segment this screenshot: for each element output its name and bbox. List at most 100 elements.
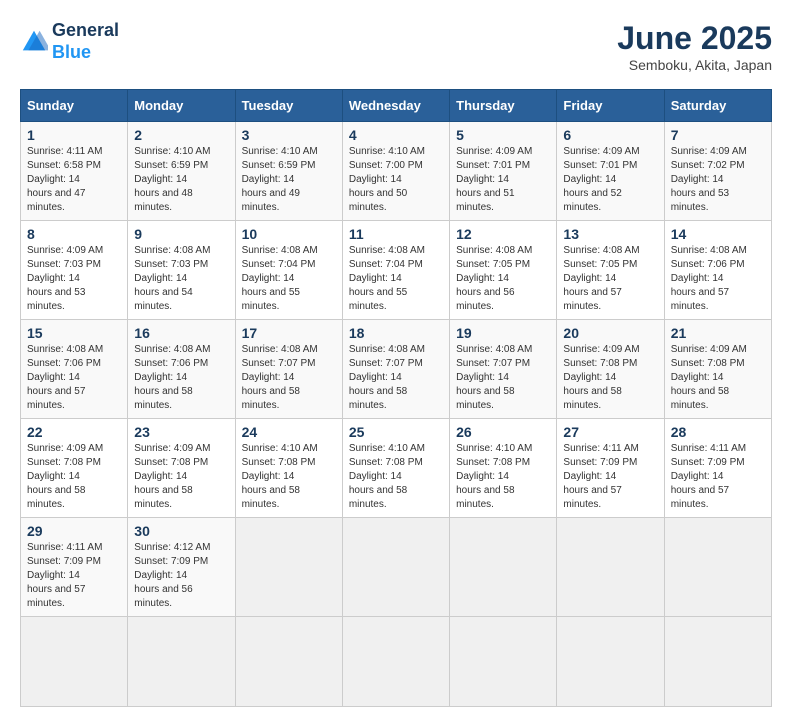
col-saturday: Saturday xyxy=(664,90,771,122)
day-number: 18 xyxy=(349,325,443,341)
table-row: 17 Sunrise: 4:08 AMSunset: 7:07 PMDaylig… xyxy=(235,320,342,419)
page-header: General Blue June 2025 Semboku, Akita, J… xyxy=(20,20,772,73)
day-info: Sunrise: 4:09 AMSunset: 7:01 PMDaylight:… xyxy=(563,146,639,213)
col-thursday: Thursday xyxy=(450,90,557,122)
day-info: Sunrise: 4:10 AMSunset: 6:59 PMDaylight:… xyxy=(134,146,210,213)
table-row: 26 Sunrise: 4:10 AMSunset: 7:08 PMDaylig… xyxy=(450,419,557,518)
calendar-week-5 xyxy=(21,617,772,707)
day-number: 7 xyxy=(671,127,765,143)
day-info: Sunrise: 4:08 AMSunset: 7:07 PMDaylight:… xyxy=(242,344,318,411)
day-info: Sunrise: 4:11 AMSunset: 7:09 PMDaylight:… xyxy=(563,443,638,510)
day-info: Sunrise: 4:09 AMSunset: 7:08 PMDaylight:… xyxy=(671,344,747,411)
table-row: 21 Sunrise: 4:09 AMSunset: 7:08 PMDaylig… xyxy=(664,320,771,419)
col-wednesday: Wednesday xyxy=(342,90,449,122)
table-row: 11 Sunrise: 4:08 AMSunset: 7:04 PMDaylig… xyxy=(342,221,449,320)
table-row xyxy=(235,617,342,707)
table-row xyxy=(557,617,664,707)
day-info: Sunrise: 4:10 AMSunset: 7:08 PMDaylight:… xyxy=(242,443,318,510)
calendar-table: Sunday Monday Tuesday Wednesday Thursday… xyxy=(20,89,772,707)
day-info: Sunrise: 4:11 AMSunset: 7:09 PMDaylight:… xyxy=(27,542,102,609)
calendar-title: June 2025 xyxy=(617,20,772,57)
day-number: 17 xyxy=(242,325,336,341)
table-row: 29 Sunrise: 4:11 AMSunset: 7:09 PMDaylig… xyxy=(21,518,128,617)
table-row xyxy=(21,617,128,707)
day-number: 6 xyxy=(563,127,657,143)
table-row: 13 Sunrise: 4:08 AMSunset: 7:05 PMDaylig… xyxy=(557,221,664,320)
day-info: Sunrise: 4:10 AMSunset: 7:08 PMDaylight:… xyxy=(456,443,532,510)
day-info: Sunrise: 4:08 AMSunset: 7:06 PMDaylight:… xyxy=(671,245,747,312)
day-number: 26 xyxy=(456,424,550,440)
logo-line1: General xyxy=(52,20,119,42)
day-number: 24 xyxy=(242,424,336,440)
day-number: 20 xyxy=(563,325,657,341)
logo-icon xyxy=(20,28,48,56)
day-number: 12 xyxy=(456,226,550,242)
table-row xyxy=(450,518,557,617)
table-row: 2 Sunrise: 4:10 AMSunset: 6:59 PMDayligh… xyxy=(128,122,235,221)
day-number: 9 xyxy=(134,226,228,242)
table-row: 14 Sunrise: 4:08 AMSunset: 7:06 PMDaylig… xyxy=(664,221,771,320)
table-row xyxy=(235,518,342,617)
table-row: 20 Sunrise: 4:09 AMSunset: 7:08 PMDaylig… xyxy=(557,320,664,419)
day-info: Sunrise: 4:10 AMSunset: 7:00 PMDaylight:… xyxy=(349,146,425,213)
table-row: 9 Sunrise: 4:08 AMSunset: 7:03 PMDayligh… xyxy=(128,221,235,320)
day-info: Sunrise: 4:11 AMSunset: 6:58 PMDaylight:… xyxy=(27,146,102,213)
day-info: Sunrise: 4:12 AMSunset: 7:09 PMDaylight:… xyxy=(134,542,210,609)
table-row: 16 Sunrise: 4:08 AMSunset: 7:06 PMDaylig… xyxy=(128,320,235,419)
table-row: 19 Sunrise: 4:08 AMSunset: 7:07 PMDaylig… xyxy=(450,320,557,419)
day-number: 3 xyxy=(242,127,336,143)
table-row xyxy=(664,518,771,617)
table-row: 15 Sunrise: 4:08 AMSunset: 7:06 PMDaylig… xyxy=(21,320,128,419)
table-row: 3 Sunrise: 4:10 AMSunset: 6:59 PMDayligh… xyxy=(235,122,342,221)
day-info: Sunrise: 4:09 AMSunset: 7:02 PMDaylight:… xyxy=(671,146,747,213)
weekday-row: Sunday Monday Tuesday Wednesday Thursday… xyxy=(21,90,772,122)
col-friday: Friday xyxy=(557,90,664,122)
calendar-body: 1 Sunrise: 4:11 AMSunset: 6:58 PMDayligh… xyxy=(21,122,772,707)
day-info: Sunrise: 4:09 AMSunset: 7:01 PMDaylight:… xyxy=(456,146,532,213)
day-number: 16 xyxy=(134,325,228,341)
table-row: 27 Sunrise: 4:11 AMSunset: 7:09 PMDaylig… xyxy=(557,419,664,518)
day-number: 30 xyxy=(134,523,228,539)
day-info: Sunrise: 4:09 AMSunset: 7:08 PMDaylight:… xyxy=(563,344,639,411)
calendar-week-1: 8 Sunrise: 4:09 AMSunset: 7:03 PMDayligh… xyxy=(21,221,772,320)
table-row xyxy=(664,617,771,707)
table-row: 7 Sunrise: 4:09 AMSunset: 7:02 PMDayligh… xyxy=(664,122,771,221)
day-info: Sunrise: 4:08 AMSunset: 7:03 PMDaylight:… xyxy=(134,245,210,312)
col-sunday: Sunday xyxy=(21,90,128,122)
day-info: Sunrise: 4:08 AMSunset: 7:04 PMDaylight:… xyxy=(242,245,318,312)
calendar-header: Sunday Monday Tuesday Wednesday Thursday… xyxy=(21,90,772,122)
calendar-week-4: 29 Sunrise: 4:11 AMSunset: 7:09 PMDaylig… xyxy=(21,518,772,617)
day-info: Sunrise: 4:11 AMSunset: 7:09 PMDaylight:… xyxy=(671,443,746,510)
day-info: Sunrise: 4:09 AMSunset: 7:08 PMDaylight:… xyxy=(27,443,103,510)
day-number: 22 xyxy=(27,424,121,440)
table-row: 25 Sunrise: 4:10 AMSunset: 7:08 PMDaylig… xyxy=(342,419,449,518)
day-number: 27 xyxy=(563,424,657,440)
logo-line2: Blue xyxy=(52,42,119,64)
day-number: 2 xyxy=(134,127,228,143)
day-info: Sunrise: 4:08 AMSunset: 7:05 PMDaylight:… xyxy=(563,245,639,312)
day-number: 29 xyxy=(27,523,121,539)
day-number: 19 xyxy=(456,325,550,341)
day-number: 21 xyxy=(671,325,765,341)
day-info: Sunrise: 4:08 AMSunset: 7:06 PMDaylight:… xyxy=(134,344,210,411)
calendar-subtitle: Semboku, Akita, Japan xyxy=(617,57,772,73)
table-row: 6 Sunrise: 4:09 AMSunset: 7:01 PMDayligh… xyxy=(557,122,664,221)
table-row: 12 Sunrise: 4:08 AMSunset: 7:05 PMDaylig… xyxy=(450,221,557,320)
table-row: 1 Sunrise: 4:11 AMSunset: 6:58 PMDayligh… xyxy=(21,122,128,221)
table-row: 4 Sunrise: 4:10 AMSunset: 7:00 PMDayligh… xyxy=(342,122,449,221)
day-number: 5 xyxy=(456,127,550,143)
table-row xyxy=(342,518,449,617)
table-row: 8 Sunrise: 4:09 AMSunset: 7:03 PMDayligh… xyxy=(21,221,128,320)
table-row xyxy=(128,617,235,707)
day-info: Sunrise: 4:10 AMSunset: 7:08 PMDaylight:… xyxy=(349,443,425,510)
title-block: June 2025 Semboku, Akita, Japan xyxy=(617,20,772,73)
day-info: Sunrise: 4:08 AMSunset: 7:06 PMDaylight:… xyxy=(27,344,103,411)
table-row: 30 Sunrise: 4:12 AMSunset: 7:09 PMDaylig… xyxy=(128,518,235,617)
col-tuesday: Tuesday xyxy=(235,90,342,122)
day-info: Sunrise: 4:09 AMSunset: 7:03 PMDaylight:… xyxy=(27,245,103,312)
calendar-week-3: 22 Sunrise: 4:09 AMSunset: 7:08 PMDaylig… xyxy=(21,419,772,518)
day-number: 13 xyxy=(563,226,657,242)
calendar-week-0: 1 Sunrise: 4:11 AMSunset: 6:58 PMDayligh… xyxy=(21,122,772,221)
day-info: Sunrise: 4:08 AMSunset: 7:07 PMDaylight:… xyxy=(349,344,425,411)
table-row: 24 Sunrise: 4:10 AMSunset: 7:08 PMDaylig… xyxy=(235,419,342,518)
